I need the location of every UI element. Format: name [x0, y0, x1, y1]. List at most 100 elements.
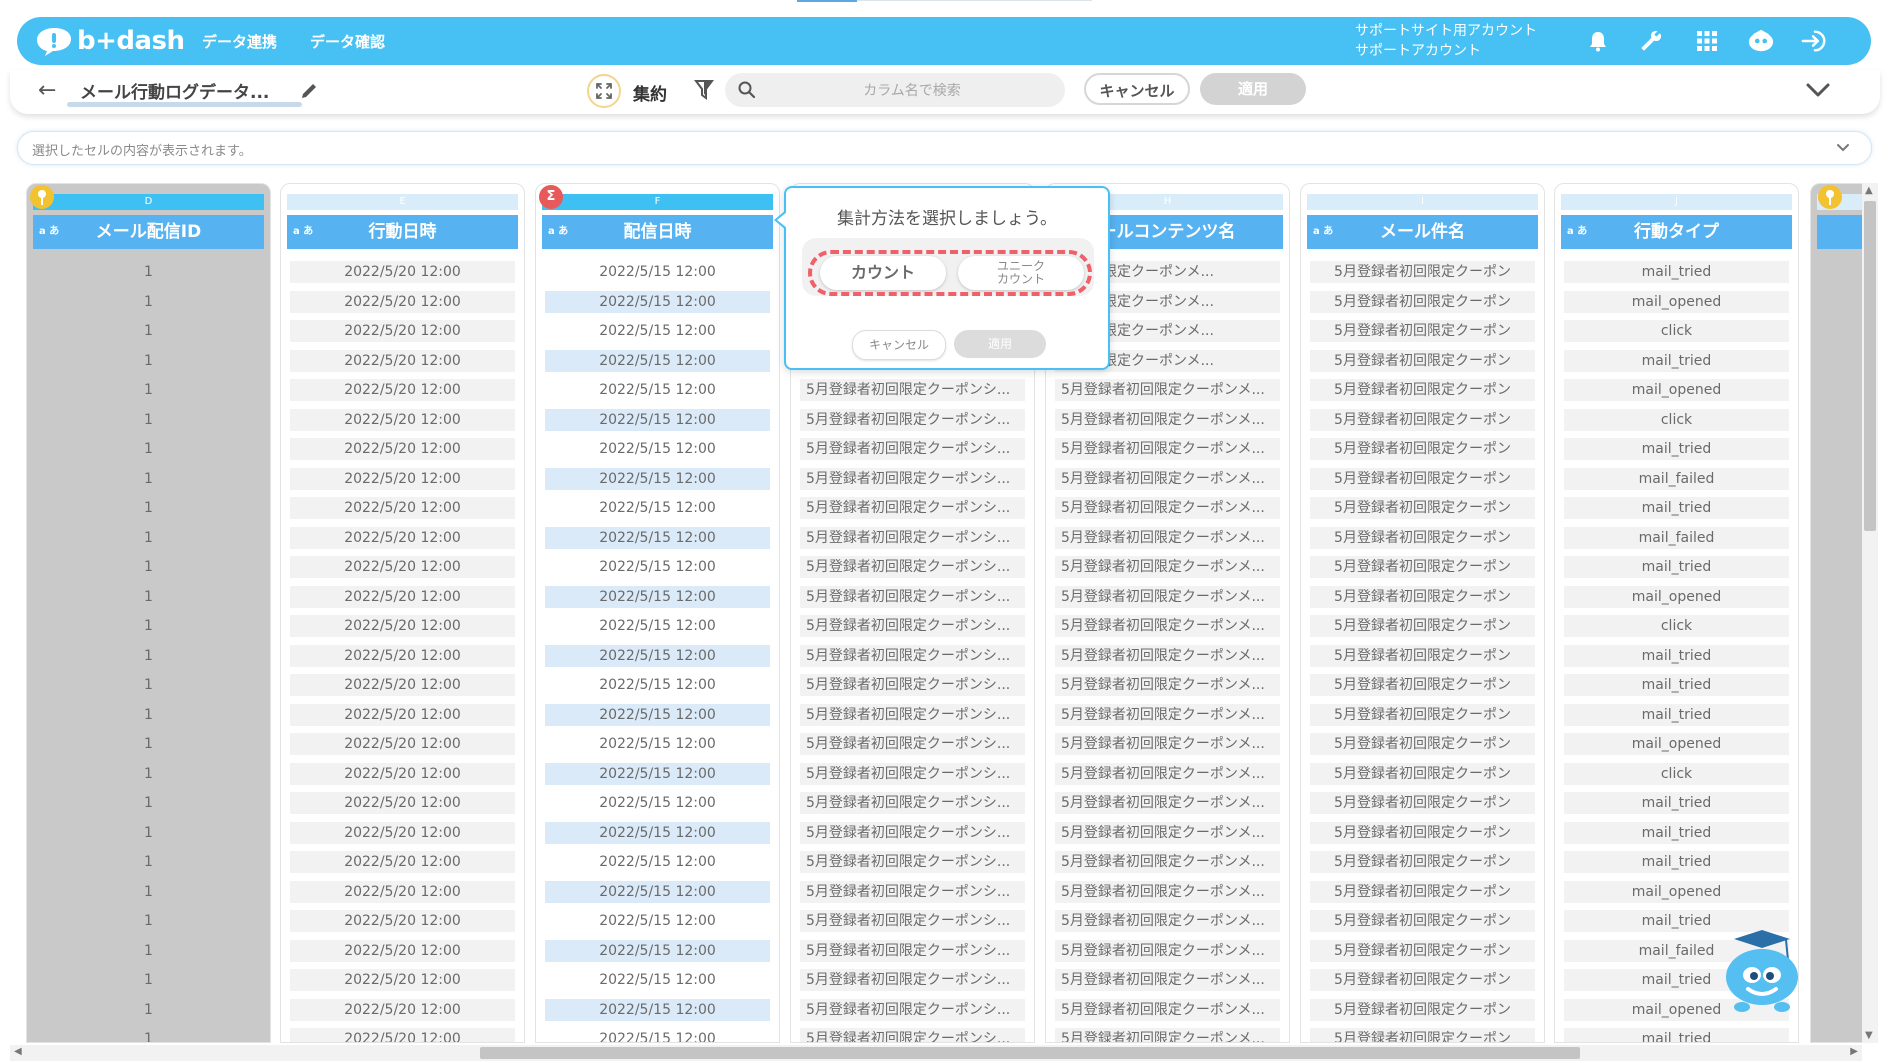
table-cell[interactable]: 1 [36, 674, 261, 696]
table-cell[interactable]: mail_tried [1564, 703, 1789, 726]
table-cell[interactable]: 2022/5/20 12:00 [290, 674, 515, 696]
table-cell[interactable]: 1 [36, 468, 261, 490]
table-cell[interactable]: 1 [36, 320, 261, 342]
table-cell[interactable]: 5月登録者初回限定クーポンシ... [800, 497, 1025, 519]
table-cell[interactable]: 1 [36, 645, 261, 667]
filter-icon[interactable] [693, 78, 715, 102]
table-cell[interactable]: 5月登録者初回限定クーポン [1310, 438, 1535, 460]
table-cell[interactable]: mail_tried [1564, 438, 1789, 460]
grid-column[interactable]: Ia あ メール件名 5月登録者初回限定クーポン 5月登録者初回限定クーポン 5月登録者… [1300, 183, 1545, 1043]
table-cell[interactable]: 5月登録者初回限定クーポンシ... [800, 998, 1025, 1021]
table-cell[interactable]: 1 [36, 763, 261, 785]
table-cell[interactable]: 2022/5/20 12:00 [290, 438, 515, 460]
table-cell[interactable]: 5月登録者初回限定クーポンシ... [800, 1028, 1025, 1042]
table-cell[interactable]: 5月登録者初回限定クーポンメ... [1055, 497, 1280, 519]
table-cell[interactable]: click [1564, 320, 1789, 342]
table-cell[interactable]: mail_tried [1564, 851, 1789, 873]
table-cell[interactable]: 2022/5/15 12:00 [545, 438, 770, 460]
table-cell[interactable]: 2022/5/20 12:00 [290, 969, 515, 991]
table-cell[interactable]: 5月登録者初回限定クーポン [1310, 703, 1535, 726]
table-cell[interactable]: 5月登録者初回限定クーポン [1310, 615, 1535, 637]
table-cell[interactable]: 1 [36, 704, 261, 726]
table-cell[interactable]: 2022/5/15 12:00 [545, 261, 770, 283]
logout-icon[interactable] [1800, 27, 1828, 55]
table-cell[interactable]: 5月登録者初回限定クーポンシ... [800, 939, 1025, 962]
table-cell[interactable]: 5月登録者初回限定クーポンメ... [1055, 733, 1280, 755]
table-cell[interactable]: mail_tried [1564, 349, 1789, 372]
table-cell[interactable]: 2022/5/15 12:00 [545, 880, 770, 903]
table-cell[interactable]: 5月登録者初回限定クーポン [1310, 320, 1535, 342]
table-cell[interactable]: 2022/5/15 12:00 [545, 1028, 770, 1042]
table-cell[interactable]: 5月登録者初回限定クーポンメ... [1055, 615, 1280, 637]
table-cell[interactable]: 5月登録者初回限定クーポンメ... [1055, 585, 1280, 608]
table-cell[interactable]: 2022/5/20 12:00 [290, 556, 515, 578]
column-letter[interactable]: J [1561, 194, 1792, 210]
nav-data-link[interactable]: データ連携 [202, 31, 277, 52]
table-cell[interactable]: 1 [36, 615, 261, 637]
table-cell[interactable]: 5月登録者初回限定クーポンメ... [1055, 644, 1280, 667]
scroll-down-arrow-icon[interactable]: ▼ [1865, 1030, 1873, 1041]
table-cell[interactable]: click [1564, 762, 1789, 785]
table-cell[interactable]: 5月登録者初回限定クーポン [1310, 733, 1535, 755]
sigma-badge-icon[interactable]: Σ [539, 185, 563, 209]
table-cell[interactable]: 5月登録者初回限定クーポンシ... [800, 969, 1025, 991]
table-cell[interactable]: 1 [36, 851, 261, 873]
table-cell[interactable]: 5月登録者初回限定クーポンメ... [1055, 674, 1280, 696]
table-cell[interactable]: 1 [36, 910, 261, 932]
column-header[interactable] [1817, 215, 1862, 249]
table-cell[interactable]: mail_opened [1564, 880, 1789, 903]
table-cell[interactable]: 2022/5/20 12:00 [290, 585, 515, 608]
table-cell[interactable]: 2022/5/15 12:00 [545, 320, 770, 342]
table-cell[interactable]: 2022/5/15 12:00 [545, 998, 770, 1021]
table-cell[interactable]: 2022/5/20 12:00 [290, 290, 515, 313]
table-cell[interactable]: 5月登録者初回限定クーポンメ... [1055, 438, 1280, 460]
apps-grid-icon[interactable] [1693, 27, 1721, 55]
column-header[interactable]: a あ 行動タイプ [1561, 215, 1792, 249]
table-cell[interactable]: 5月登録者初回限定クーポンシ... [800, 615, 1025, 637]
table-cell[interactable]: 1 [36, 586, 261, 608]
table-cell[interactable]: 5月登録者初回限定クーポンシ... [800, 408, 1025, 431]
table-cell[interactable]: 2022/5/15 12:00 [545, 733, 770, 755]
table-cell[interactable]: 5月登録者初回限定クーポン [1310, 644, 1535, 667]
table-cell[interactable]: mail_tried [1564, 1028, 1789, 1042]
table-cell[interactable]: 5月登録者初回限定クーポンメ... [1055, 556, 1280, 578]
table-cell[interactable]: 1 [36, 409, 261, 431]
table-cell[interactable]: 1 [36, 822, 261, 844]
table-cell[interactable]: 2022/5/15 12:00 [545, 526, 770, 549]
table-cell[interactable]: 5月登録者初回限定クーポンシ... [800, 851, 1025, 873]
table-cell[interactable]: 1 [36, 261, 261, 283]
table-cell[interactable]: 2022/5/20 12:00 [290, 261, 515, 283]
aggregate-label[interactable]: 集約 [633, 80, 667, 105]
table-cell[interactable]: 2022/5/15 12:00 [545, 349, 770, 372]
horizontal-scroll-thumb[interactable] [480, 1047, 1580, 1059]
table-cell[interactable]: mail_tried [1564, 674, 1789, 696]
table-cell[interactable]: 5月登録者初回限定クーポンシ... [800, 379, 1025, 401]
nav-data-check[interactable]: データ確認 [310, 31, 385, 52]
column-header[interactable]: a あ 行動日時 [287, 215, 518, 249]
table-cell[interactable]: mail_failed [1564, 467, 1789, 490]
table-cell[interactable]: 5月登録者初回限定クーポン [1310, 497, 1535, 519]
table-cell[interactable]: mail_tried [1564, 792, 1789, 814]
table-cell[interactable]: 1 [36, 438, 261, 460]
table-cell[interactable]: mail_failed [1564, 526, 1789, 549]
grid-column-partial[interactable] [1810, 183, 1862, 1043]
table-cell[interactable]: 1 [36, 940, 261, 962]
table-cell[interactable]: mail_opened [1564, 290, 1789, 313]
table-cell[interactable]: 2022/5/20 12:00 [290, 349, 515, 372]
table-cell[interactable]: 2022/5/15 12:00 [545, 851, 770, 873]
column-letter[interactable]: E [287, 194, 518, 210]
table-cell[interactable]: 5月登録者初回限定クーポン [1310, 379, 1535, 401]
table-cell[interactable]: 2022/5/20 12:00 [290, 379, 515, 401]
table-cell[interactable]: 2022/5/15 12:00 [545, 674, 770, 696]
support-mascot-icon[interactable] [1747, 27, 1775, 55]
table-cell[interactable]: 2022/5/20 12:00 [290, 703, 515, 726]
table-cell[interactable]: 5月登録者初回限定クーポンメ... [1055, 821, 1280, 844]
table-cell[interactable]: 5月登録者初回限定クーポンシ... [800, 762, 1025, 785]
table-cell[interactable]: 5月登録者初回限定クーポン [1310, 998, 1535, 1021]
table-cell[interactable]: 2022/5/15 12:00 [545, 467, 770, 490]
table-cell[interactable]: 2022/5/20 12:00 [290, 497, 515, 519]
grid-column[interactable]: Da あメール配信ID1111111111111111111111111111 [26, 183, 271, 1043]
aggregate-icon[interactable] [587, 74, 621, 108]
cell-content-bar[interactable]: 選択したセルの内容が表示されます。 [17, 131, 1872, 165]
scroll-left-arrow-icon[interactable]: ◀ [14, 1046, 22, 1057]
